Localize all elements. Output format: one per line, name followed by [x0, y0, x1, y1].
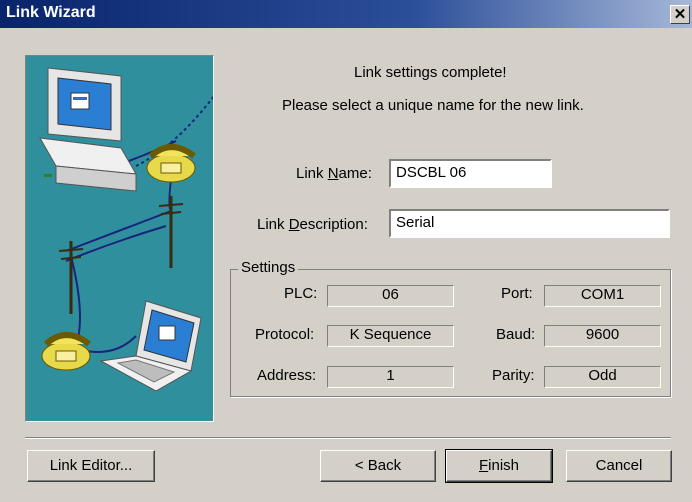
telephone-icon-top: [146, 144, 196, 183]
link-name-label: Link Name:: [296, 165, 372, 182]
finish-button[interactable]: Finish: [445, 449, 553, 483]
address-label: Address:: [257, 367, 317, 384]
close-button[interactable]: ✕: [670, 5, 690, 24]
completion-message: Link settings complete!: [354, 64, 507, 81]
laptop-icon: [99, 300, 202, 392]
instruction-message: Please select a unique name for the new …: [282, 97, 584, 114]
desktop-computer-icon: [39, 67, 137, 192]
window-title: Link Wizard: [6, 4, 96, 21]
link-description-input[interactable]: Serial: [389, 209, 670, 238]
button-separator: [25, 437, 671, 439]
title-bar: Link Wizard ✕: [0, 0, 692, 28]
close-icon: ✕: [673, 6, 687, 23]
parity-value: Odd: [544, 366, 661, 388]
baud-value: 9600: [544, 325, 661, 347]
link-description-label: Link Description:: [257, 216, 368, 233]
link-illustration-graphic: [39, 67, 213, 392]
back-button[interactable]: < Back: [320, 450, 436, 482]
plc-label: PLC:: [284, 285, 318, 302]
port-label: Port:: [501, 285, 533, 302]
cancel-button[interactable]: Cancel: [566, 450, 672, 482]
protocol-value: K Sequence: [327, 325, 454, 347]
settings-legend: Settings: [238, 259, 299, 276]
link-editor-button[interactable]: Link Editor...: [27, 450, 155, 482]
baud-label: Baud:: [496, 326, 536, 343]
utility-pole-icon-right: [158, 196, 184, 268]
parity-label: Parity:: [492, 367, 535, 384]
port-value: COM1: [544, 285, 661, 307]
plc-value: 06: [327, 285, 454, 307]
telephone-icon-bottom: [41, 332, 91, 371]
wizard-illustration: [25, 55, 214, 422]
address-value: 1: [327, 366, 454, 388]
protocol-label: Protocol:: [255, 326, 315, 343]
link-name-input[interactable]: DSCBL 06: [389, 159, 552, 188]
